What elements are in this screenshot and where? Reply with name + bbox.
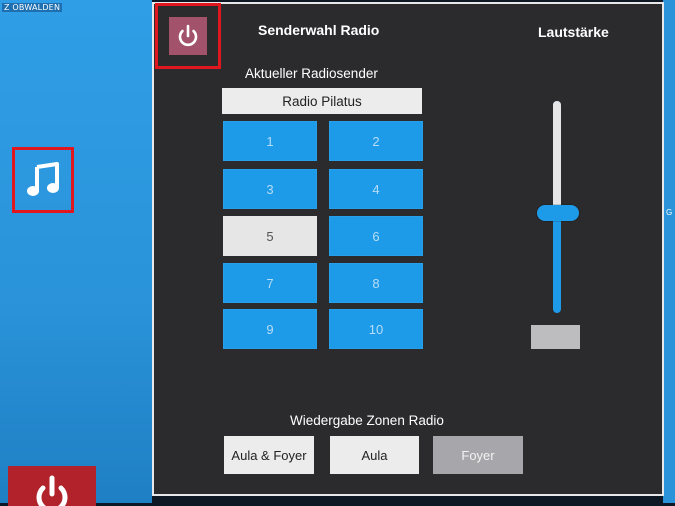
preset-button-7[interactable]: 7 — [223, 263, 317, 303]
preset-button-1[interactable]: 1 — [223, 121, 317, 161]
power-icon — [178, 24, 198, 47]
music-button[interactable] — [12, 147, 74, 213]
panel-title: Senderwahl Radio — [258, 22, 380, 38]
preset-button-9[interactable]: 9 — [223, 309, 317, 349]
volume-mute-button[interactable] — [531, 325, 580, 349]
zone-button-aula-foyer[interactable]: Aula & Foyer — [224, 436, 314, 474]
current-station-label: Aktueller Radiosender — [245, 66, 378, 81]
preset-button-8[interactable]: 8 — [329, 263, 423, 303]
music-note-icon — [27, 162, 59, 196]
volume-title: Lautstärke — [538, 24, 609, 40]
zone-button-aula[interactable]: Aula — [330, 436, 419, 474]
right-app-pane — [663, 0, 675, 503]
corner-label: Z OBWALDEN — [2, 3, 63, 12]
radio-power-button[interactable] — [155, 3, 221, 69]
power-icon — [36, 475, 68, 506]
right-edge-letter: G — [666, 208, 673, 217]
preset-button-5[interactable]: 5 — [223, 216, 317, 256]
preset-button-4[interactable]: 4 — [329, 169, 423, 209]
power-button-face — [169, 17, 207, 55]
volume-slider-empty — [553, 101, 561, 214]
left-app-pane — [0, 0, 152, 503]
preset-button-6[interactable]: 6 — [329, 216, 423, 256]
left-power-button[interactable] — [8, 466, 96, 506]
volume-slider-thumb[interactable] — [537, 205, 579, 222]
preset-button-10[interactable]: 10 — [329, 309, 423, 349]
current-station-display: Radio Pilatus — [222, 88, 422, 114]
zones-label: Wiedergabe Zonen Radio — [290, 413, 444, 428]
preset-button-2[interactable]: 2 — [329, 121, 423, 161]
zone-button-foyer[interactable]: Foyer — [433, 436, 523, 474]
preset-button-3[interactable]: 3 — [223, 169, 317, 209]
